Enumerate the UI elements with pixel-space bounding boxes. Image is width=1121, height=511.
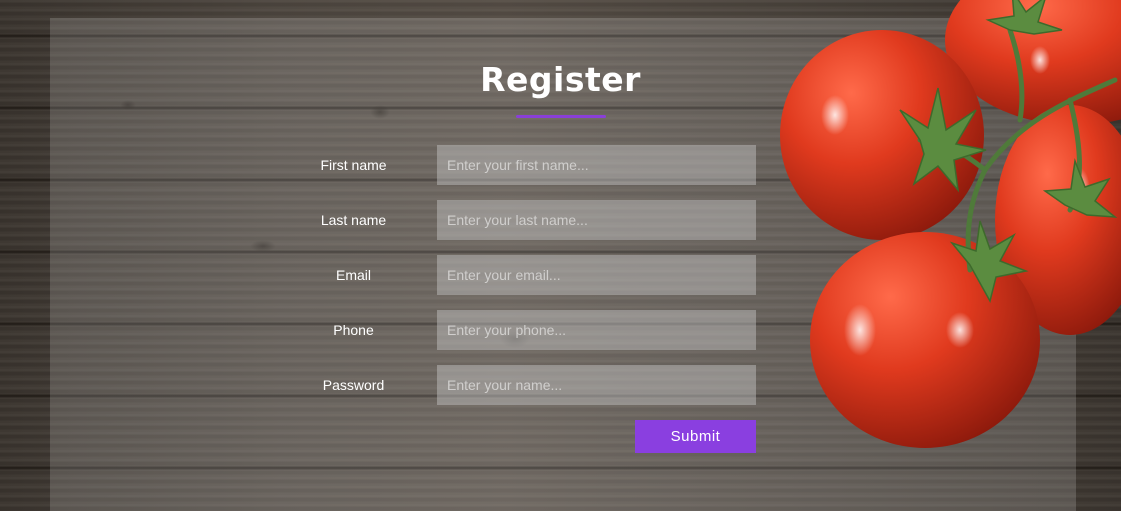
phone-input[interactable] — [437, 310, 756, 350]
first-name-input[interactable] — [437, 145, 756, 185]
first-name-row: First name — [300, 145, 756, 185]
title-underline — [516, 115, 606, 118]
phone-label: Phone — [333, 322, 374, 338]
first-name-label: First name — [320, 157, 387, 173]
password-input[interactable] — [437, 365, 756, 405]
email-input[interactable] — [437, 255, 756, 295]
phone-row: Phone — [300, 310, 756, 350]
email-label: Email — [335, 267, 371, 283]
password-row: Password — [300, 365, 756, 405]
submit-button[interactable]: Submit — [635, 420, 756, 453]
last-name-label: Last name — [320, 212, 387, 228]
page-title: Register — [480, 60, 641, 99]
email-row: Email — [300, 255, 756, 295]
last-name-row: Last name — [300, 200, 756, 240]
password-label: Password — [322, 377, 385, 393]
last-name-input[interactable] — [437, 200, 756, 240]
